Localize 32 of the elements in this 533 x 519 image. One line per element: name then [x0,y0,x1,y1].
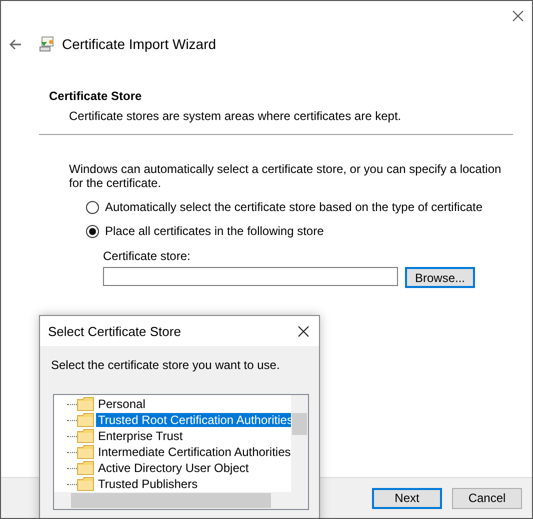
folder-icon [77,429,94,443]
folder-icon [77,461,94,475]
section-heading: Certificate Store [49,89,143,103]
radio-button[interactable] [86,200,99,214]
tree-item[interactable]: Trusted Publishers [96,477,200,491]
folder-icon [77,413,94,427]
window-title: Certificate Import Wizard [62,36,216,52]
certificate-icon [39,36,55,52]
certificate-store-field[interactable] [103,267,398,286]
close-icon[interactable] [512,10,524,22]
section-description: Certificate stores are system areas where certificates are kept. [68,109,402,123]
back-arrow-icon[interactable] [9,38,22,50]
dialog-prompt: Select the certificate store you want to use. [50,357,281,372]
horizontal-scrollbar[interactable] [54,492,308,509]
intro-text: Windows can automatically select a certificate store, or you can specify a location for the certificate. [69,162,502,190]
radio-label: Automatically select the certificate store based on the type of certificate [105,200,483,214]
tree-item[interactable]: Intermediate Certification Authorities [96,445,293,459]
radio-label: Place all certificates in the following store [105,224,324,238]
dialog-title: Select Certificate Store [48,324,181,338]
folder-icon [77,445,94,459]
radio-button[interactable] [86,224,99,238]
folder-icon [77,477,94,491]
field-label: Certificate store: [103,249,192,263]
folder-icon [77,397,94,411]
dialog-button[interactable]: Next [372,488,442,508]
tree-item[interactable]: Enterprise Trust [96,429,185,443]
tree-item[interactable]: Personal [96,397,148,411]
dialog-button[interactable]: Cancel [452,488,522,508]
close-icon[interactable] [298,326,309,336]
tree-item[interactable]: Active Directory User Object [96,461,251,475]
browse-button[interactable]: Browse... [405,267,476,288]
vertical-scrollbar[interactable] [291,395,308,492]
